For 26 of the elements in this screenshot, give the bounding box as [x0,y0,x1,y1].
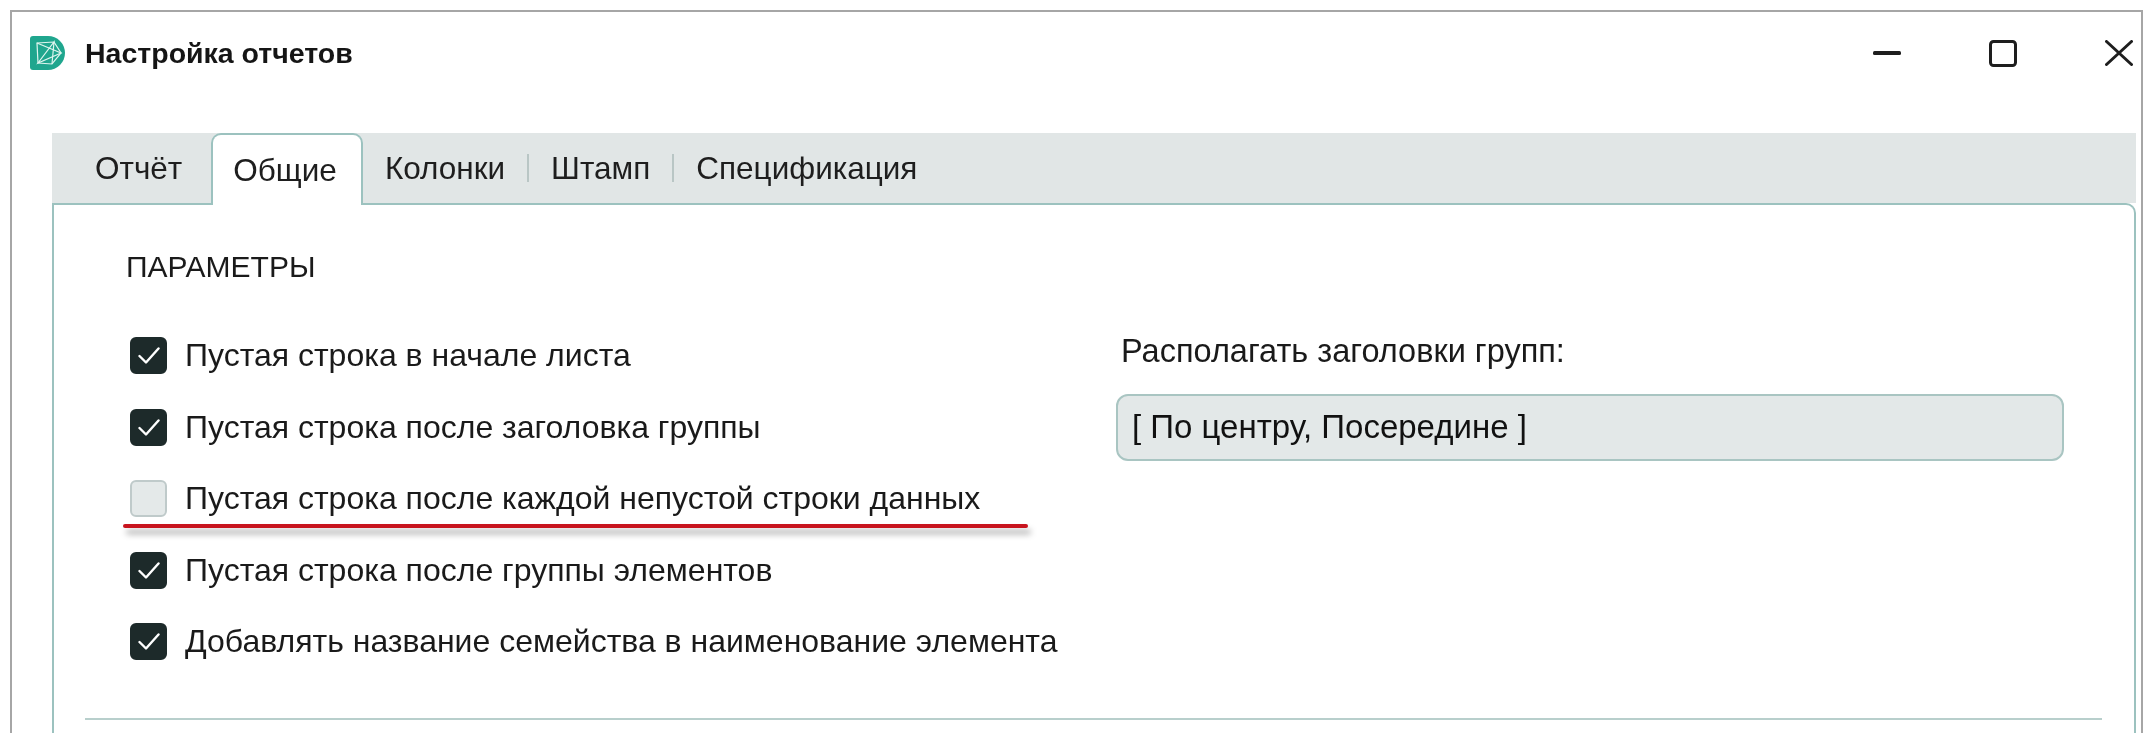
checkbox[interactable] [130,408,167,446]
checkmark-icon [137,633,160,651]
tab[interactable]: Спецификация [674,133,940,203]
checkbox[interactable] [130,623,167,661]
checkmark-icon [137,347,160,365]
option-label: Пустая строка после заголовка группы [185,408,761,446]
option-label: Пустая строка после группы элементов [185,551,773,589]
checkbox[interactable] [130,551,167,589]
checkbox[interactable] [130,337,167,375]
option-label: Добавлять название семейства в наименование элемента [185,623,1058,661]
tab[interactable]: Общие [211,133,363,205]
tab[interactable]: Отчёт [73,133,205,203]
field-label: Располагать заголовки групп: [1120,332,1566,369]
checkmark-icon [137,561,160,579]
group-position-field[interactable]: [ По центру, Посередине ] [1116,393,2064,461]
tab[interactable]: Колонки [362,133,528,203]
option-label: Пустая строка в начале листа [185,337,631,375]
section-heading: ПАРАМЕТРЫ [126,249,317,285]
option-label: Пустая строка после каждой непустой строки данных [185,480,981,518]
close-icon [2105,40,2133,66]
window-title: Настройка отчетов [85,36,353,70]
checkmark-icon [137,418,160,436]
minimize-icon [1873,51,1901,55]
app-logo-icon [30,36,66,70]
maximize-icon [1989,39,2017,67]
tab[interactable]: Штамп [529,133,673,203]
